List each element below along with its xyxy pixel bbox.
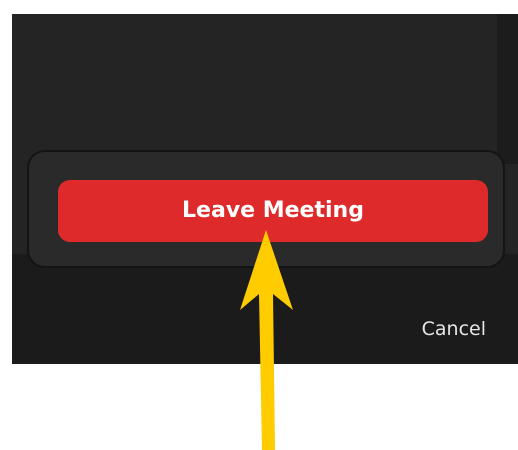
arrow-up-icon xyxy=(240,230,293,450)
right-panel-edge xyxy=(497,14,518,164)
cancel-button[interactable]: Cancel xyxy=(422,318,486,340)
